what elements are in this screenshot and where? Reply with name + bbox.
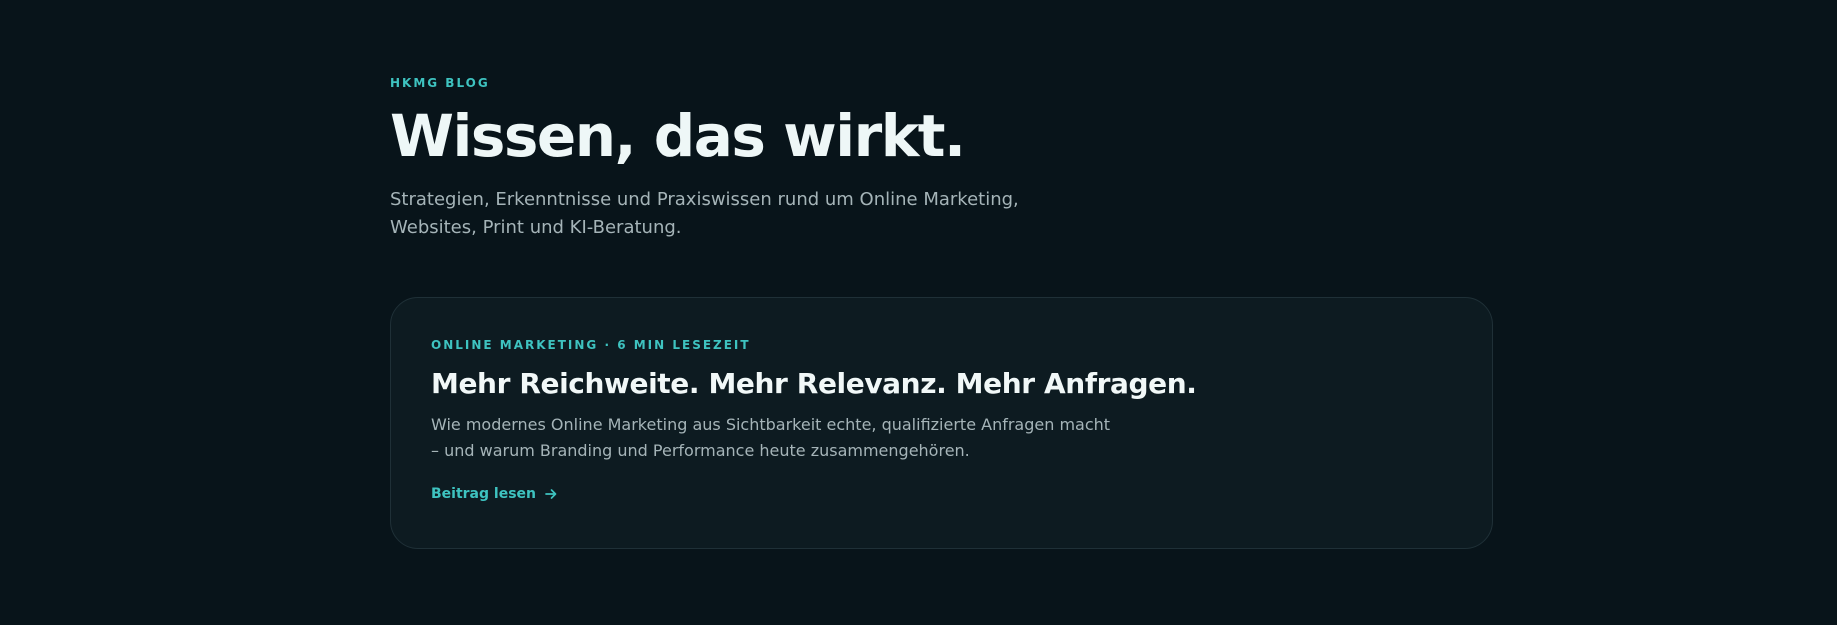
- read-post-link[interactable]: Beitrag lesen: [431, 486, 558, 502]
- read-post-label: Beitrag lesen: [431, 486, 536, 502]
- post-excerpt: Wie modernes Online Marketing aus Sichtb…: [431, 415, 1111, 460]
- blog-hero: HKMG BLOG Wissen, das wirkt. Strategien,…: [390, 76, 1190, 242]
- page-title: Wissen, das wirkt.: [390, 102, 966, 170]
- post-title[interactable]: Mehr Reichweite. Mehr Relevanz. Mehr Anf…: [431, 366, 1452, 402]
- featured-post-card[interactable]: ONLINE MARKETING · 6 MIN LESEZEIT Mehr R…: [390, 297, 1493, 549]
- arrow-right-icon: [544, 487, 558, 501]
- post-meta: ONLINE MARKETING · 6 MIN LESEZEIT: [431, 338, 751, 352]
- page-subtitle: Strategien, Erkenntnisse und Praxiswisse…: [390, 189, 1019, 238]
- blog-page: HKMG BLOG Wissen, das wirkt. Strategien,…: [0, 0, 1837, 625]
- blog-eyebrow: HKMG BLOG: [390, 76, 490, 90]
